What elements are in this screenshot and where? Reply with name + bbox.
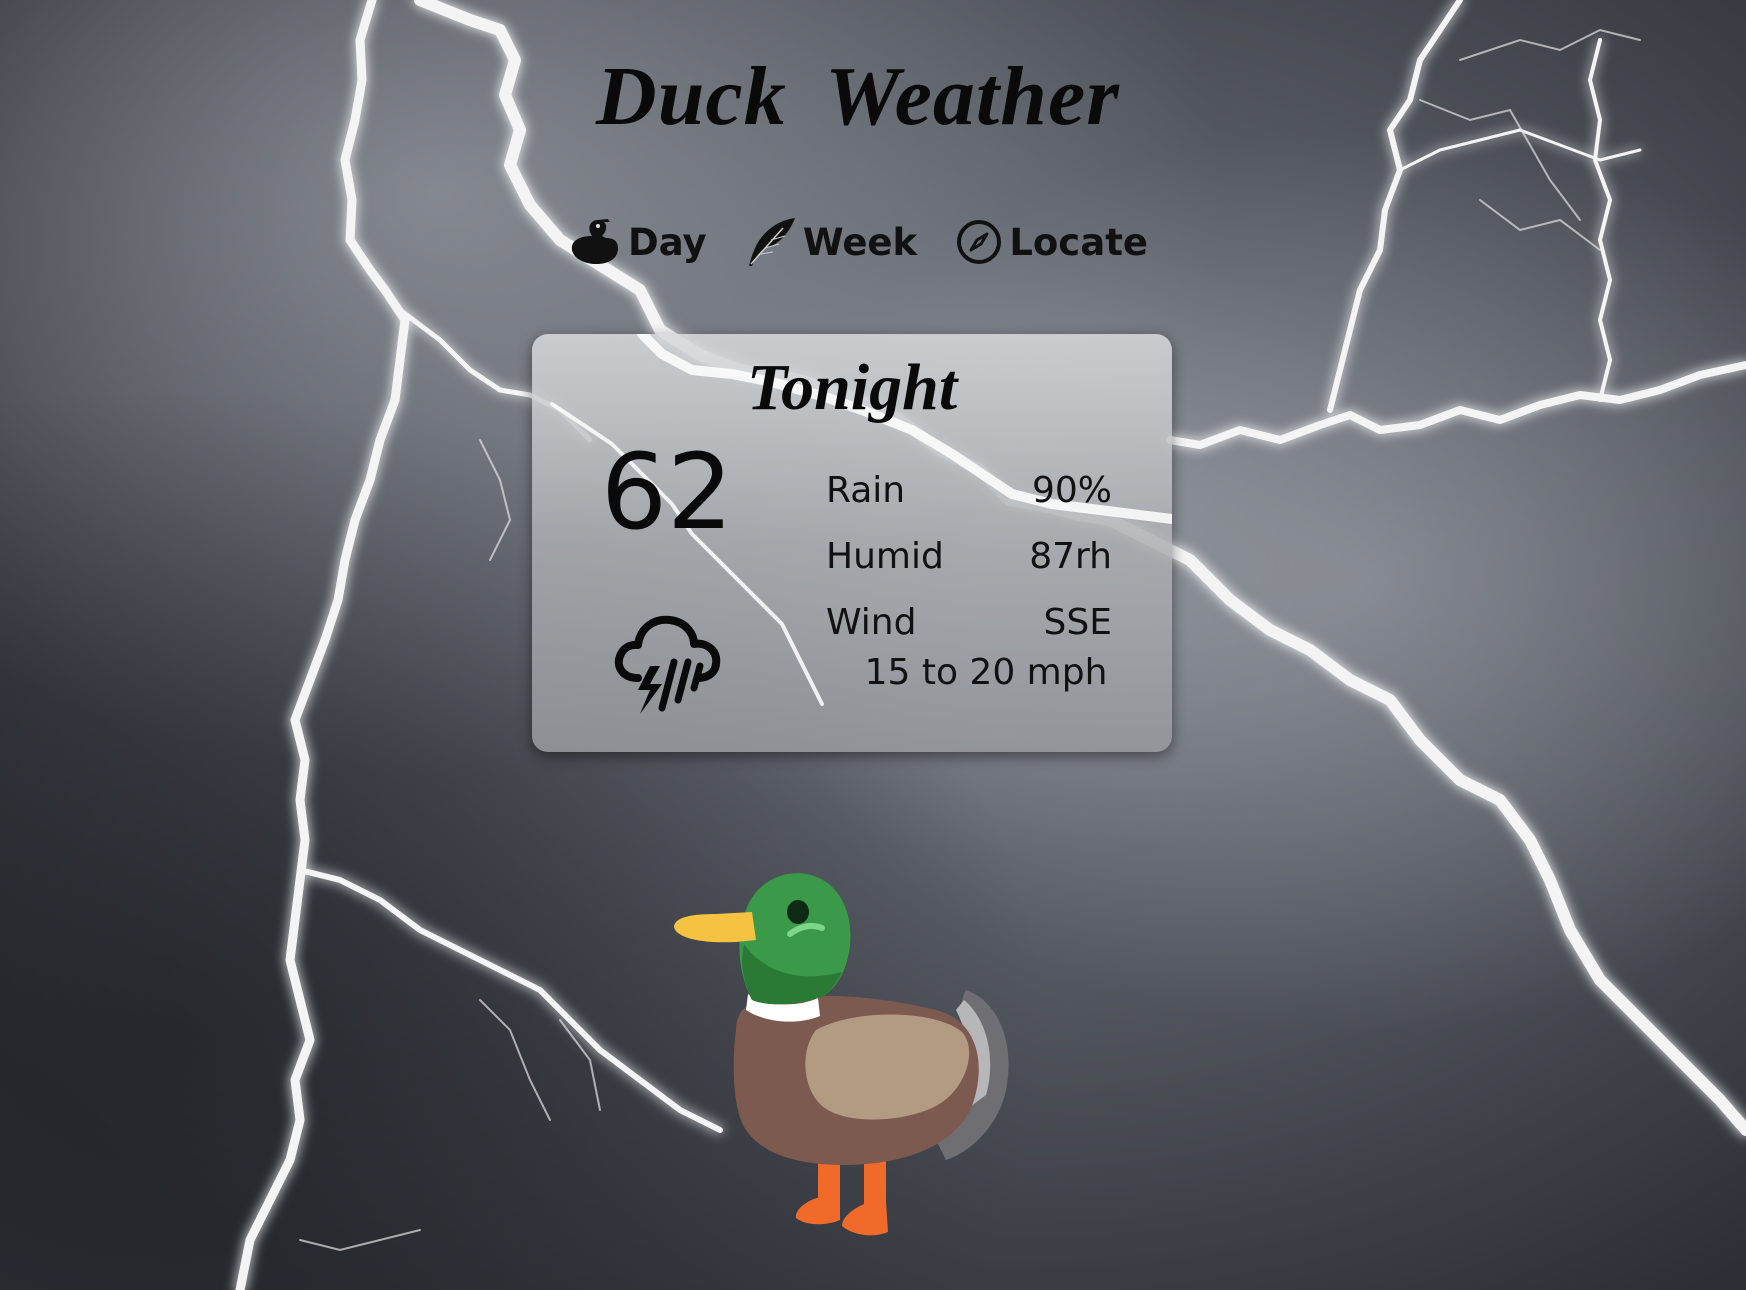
- temperature: 62: [600, 431, 734, 553]
- feather-icon: [743, 214, 799, 270]
- nav-week[interactable]: Week: [743, 214, 917, 270]
- main-nav: Day Week Locate: [568, 212, 1148, 272]
- wind-speed: 15 to 20 mph: [864, 652, 1108, 693]
- nav-day-label: Day: [628, 220, 707, 264]
- stat-label: Wind: [826, 602, 917, 643]
- stat-row-humidity: Humid 87rh: [826, 524, 1112, 590]
- nav-locate[interactable]: Locate: [953, 216, 1148, 268]
- duck-icon: [568, 214, 624, 270]
- nav-locate-label: Locate: [1009, 220, 1148, 264]
- forecast-card: Tonight 62 Rain 90% Humid 87rh Wind SSE …: [532, 334, 1172, 752]
- compass-icon: [953, 216, 1005, 268]
- nav-week-label: Week: [802, 220, 918, 264]
- app-title: Duck Weather: [596, 50, 1120, 143]
- stat-label: Humid: [826, 536, 944, 577]
- mallard-duck-illustration: [666, 860, 1022, 1255]
- stat-value: 87rh: [1029, 536, 1112, 577]
- nav-day[interactable]: Day: [568, 214, 707, 270]
- stat-label: Rain: [826, 470, 906, 511]
- forecast-stats: Rain 90% Humid 87rh Wind SSE: [826, 458, 1112, 656]
- stat-row-rain: Rain 90%: [826, 458, 1112, 524]
- forecast-period: Tonight: [746, 351, 958, 424]
- stat-value: SSE: [1043, 602, 1112, 643]
- stat-row-wind: Wind SSE: [826, 590, 1112, 656]
- stat-value: 90%: [1031, 470, 1112, 511]
- thunderstorm-rain-icon: [610, 608, 726, 723]
